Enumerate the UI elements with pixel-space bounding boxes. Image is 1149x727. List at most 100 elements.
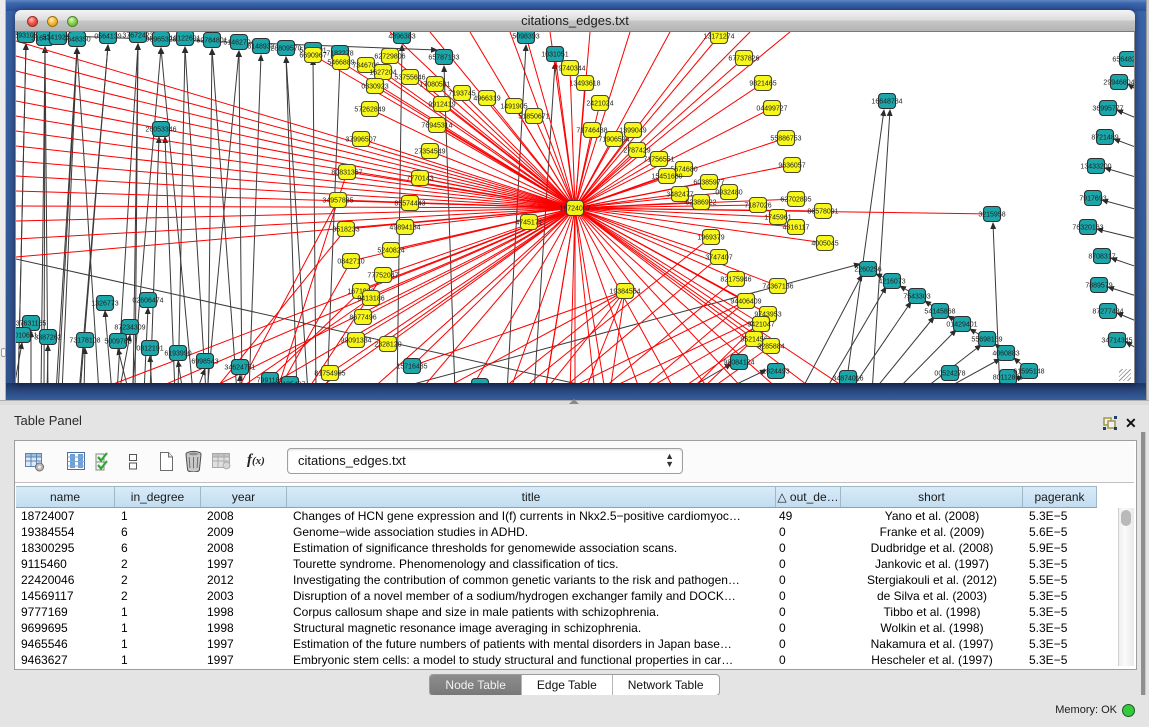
svg-text:71906594: 71906594 [598,137,629,144]
svg-text:98084124: 98084124 [723,360,754,367]
svg-text:57262849: 57262849 [354,107,385,114]
svg-text:77752047: 77752047 [367,273,398,280]
svg-text:86578091: 86578091 [807,209,838,216]
svg-text:99091334: 99091334 [340,338,371,345]
svg-text:7889579: 7889579 [1085,283,1112,290]
svg-text:65648236: 65648236 [1112,57,1134,64]
svg-text:4216073: 4216073 [878,279,905,286]
svg-text:2787429: 2787429 [623,148,650,155]
svg-text:9912419: 9912419 [428,102,455,109]
svg-text:79740344: 79740344 [554,66,585,73]
svg-text:0932480: 0932480 [715,190,742,197]
svg-text:13171274: 13171274 [703,34,734,41]
svg-text:1627204: 1627204 [369,70,396,77]
svg-text:65787133: 65787133 [428,55,459,62]
svg-text:55886753: 55886753 [770,136,801,143]
svg-text:29946804: 29946804 [1103,80,1134,87]
svg-text:15716485: 15716485 [396,364,427,371]
svg-text:27354549: 27354549 [414,149,445,156]
svg-text:7543303: 7543303 [903,294,930,301]
svg-text:1824493: 1824493 [762,369,789,376]
svg-text:19384554: 19384554 [609,289,640,296]
svg-text:87277434: 87277434 [1092,309,1123,316]
svg-text:13493618: 13493618 [569,81,600,88]
svg-text:2421024: 2421024 [586,101,613,108]
svg-text:34714345: 34714345 [1101,338,1132,345]
svg-text:02606474: 02606474 [132,298,163,305]
svg-text:9821465: 9821465 [749,81,776,88]
svg-text:7917693: 7917693 [1079,196,1106,203]
svg-text:0812191: 0812191 [136,346,163,353]
svg-text:5240824: 5240824 [377,248,404,255]
svg-text:54145868: 54145868 [924,309,955,316]
svg-text:34957885: 34957885 [322,198,353,205]
svg-text:76945314: 76945314 [421,123,452,130]
svg-text:15451680: 15451680 [651,174,682,181]
svg-text:87234309: 87234309 [114,325,145,332]
svg-text:6998543: 6998543 [191,359,218,366]
svg-text:1399049: 1399049 [619,128,646,135]
svg-text:80112805: 80112805 [993,375,1024,382]
svg-text:80831367: 80831367 [331,170,362,177]
svg-text:00524278: 00524278 [934,371,965,378]
svg-text:49894134: 49894134 [389,225,420,232]
svg-text:28809570: 28809570 [270,46,301,53]
svg-text:71746488: 71746488 [576,128,607,135]
svg-text:4896383: 4896383 [388,34,415,41]
svg-text:7770143: 7770143 [406,176,433,183]
svg-text:73178108: 73178108 [69,338,100,345]
svg-text:3747407: 3747407 [705,255,732,262]
svg-text:74367136: 74367136 [762,284,793,291]
svg-text:1326773: 1326773 [91,301,118,308]
svg-text:1491905: 1491905 [500,104,527,111]
svg-text:0330923: 0330923 [361,84,388,91]
svg-text:4316117: 4316117 [783,225,810,232]
svg-text:4060883: 4060883 [992,351,1019,358]
svg-text:3215958: 3215958 [978,212,1005,219]
svg-text:2328120: 2328120 [374,342,401,349]
svg-text:1969379: 1969379 [697,235,724,242]
svg-text:18724007: 18724007 [559,206,590,213]
svg-text:7648350: 7648350 [63,37,90,44]
svg-text:4005045: 4005045 [811,241,838,248]
svg-text:25135427: 25135427 [274,382,305,384]
svg-text:5098393: 5098393 [512,34,539,41]
svg-text:62702895: 62702895 [780,197,811,204]
svg-text:5009788: 5009788 [104,339,131,346]
svg-text:0564139: 0564139 [94,34,121,41]
svg-text:3285884: 3285884 [757,344,784,351]
svg-text:55698169: 55698169 [971,337,1002,344]
svg-text:61595148: 61595148 [1013,369,1044,376]
svg-text:8721489: 8721489 [1091,135,1118,142]
svg-text:53755646: 53755646 [394,75,425,82]
svg-text:62729806: 62729806 [374,54,405,61]
svg-text:16648784: 16648784 [871,99,902,106]
svg-text:3518233: 3518233 [332,227,359,234]
svg-text:9421047: 9421047 [747,322,774,329]
svg-text:76320163: 76320163 [1072,225,1103,232]
svg-text:37996507: 37996507 [345,137,376,144]
svg-text:82175946: 82175946 [720,277,751,284]
svg-text:0842710: 0842710 [337,259,364,266]
svg-text:5466889: 5466889 [327,60,354,67]
svg-text:71756551: 71756551 [643,157,674,164]
svg-text:34624751: 34624751 [224,365,255,372]
svg-text:13433200: 13433200 [1080,164,1111,171]
svg-text:7187026: 7187026 [744,203,771,210]
svg-text:51850671: 51850671 [518,114,549,121]
svg-text:9413186: 9413186 [357,296,384,303]
svg-text:94406409: 94406409 [730,299,761,306]
svg-text:8708317: 8708317 [1088,254,1115,261]
svg-text:01429401: 01429401 [946,322,977,329]
svg-text:04499727: 04499727 [756,106,787,113]
svg-text:81754965: 81754965 [314,371,345,378]
svg-text:4745171: 4745171 [515,220,542,227]
svg-text:34874016: 34874016 [832,376,863,383]
svg-text:67737826: 67737826 [728,56,759,63]
svg-text:62386922: 62386922 [685,200,716,207]
svg-text:3482477: 3482477 [666,192,693,199]
svg-text:36995777: 36995777 [1092,106,1123,113]
svg-text:26053346: 26053346 [145,127,176,134]
svg-text:8677496: 8677496 [349,315,376,322]
svg-text:7193745: 7193745 [448,91,475,98]
